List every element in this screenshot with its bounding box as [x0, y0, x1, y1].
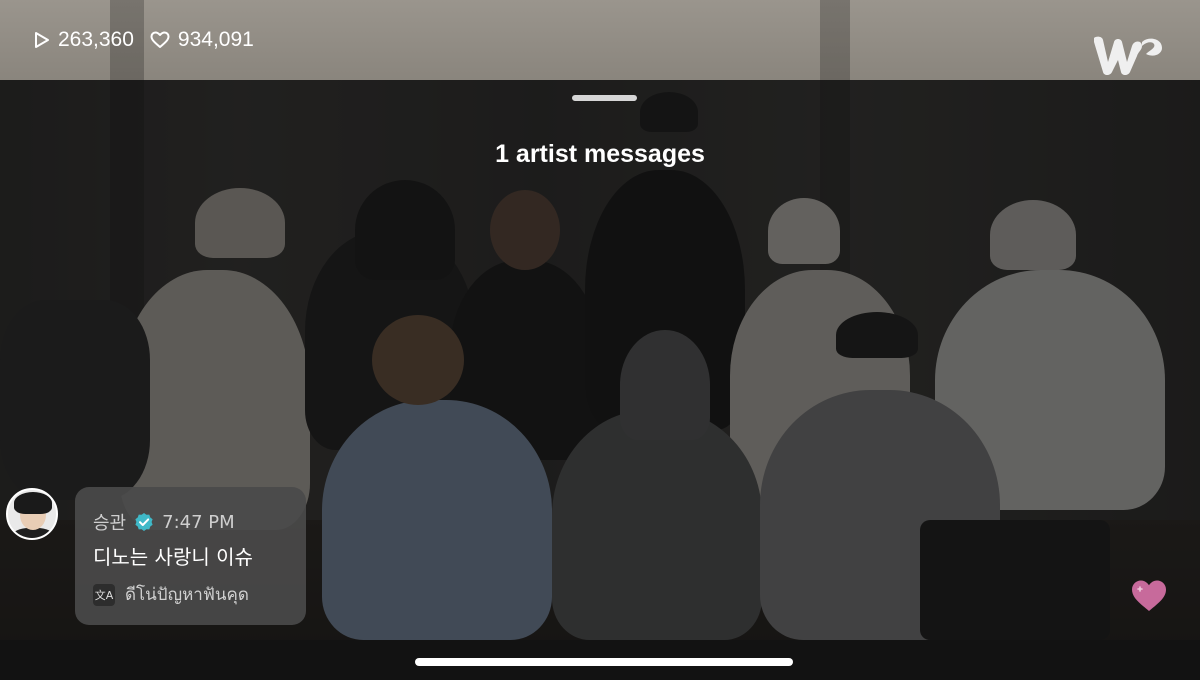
message-time: 7:47 PM	[162, 511, 235, 533]
translate-icon: 文A	[93, 583, 115, 606]
top-bar: 263,360 934,091	[0, 0, 1200, 80]
translated-text: ดีโน่ปัญหาฟันคุด	[125, 585, 249, 605]
weverse-logo-icon[interactable]	[1090, 32, 1166, 78]
play-count: 263,360	[34, 28, 134, 52]
message-text: 디노는 사랑니 이슈	[93, 545, 253, 569]
artist-message-card[interactable]: 승관 7:47 PM 디노는 사랑니 이슈 文A ดีโน่ปัญหาฟันคุ…	[75, 487, 306, 625]
verified-badge-icon	[135, 513, 153, 531]
sheet-drag-handle[interactable]	[572, 95, 637, 101]
translation-row[interactable]: 文A ดีโน่ปัญหาฟันคุด	[93, 581, 249, 608]
artist-avatar[interactable]	[6, 488, 58, 540]
play-icon	[35, 32, 49, 48]
avatar-hair	[14, 492, 52, 514]
stream-stats: 263,360 934,091	[34, 28, 270, 52]
like-count-value: 934,091	[177, 28, 254, 51]
artist-messages-title: 1 artist messages	[495, 140, 705, 168]
message-author: 승관	[93, 513, 127, 534]
heart-outline-icon	[150, 31, 170, 48]
play-count-value: 263,360	[58, 28, 134, 51]
home-indicator[interactable]	[415, 658, 793, 666]
message-header: 승관 7:47 PM	[93, 509, 235, 535]
heart-icon[interactable]	[1130, 578, 1168, 614]
like-count: 934,091	[150, 28, 254, 52]
